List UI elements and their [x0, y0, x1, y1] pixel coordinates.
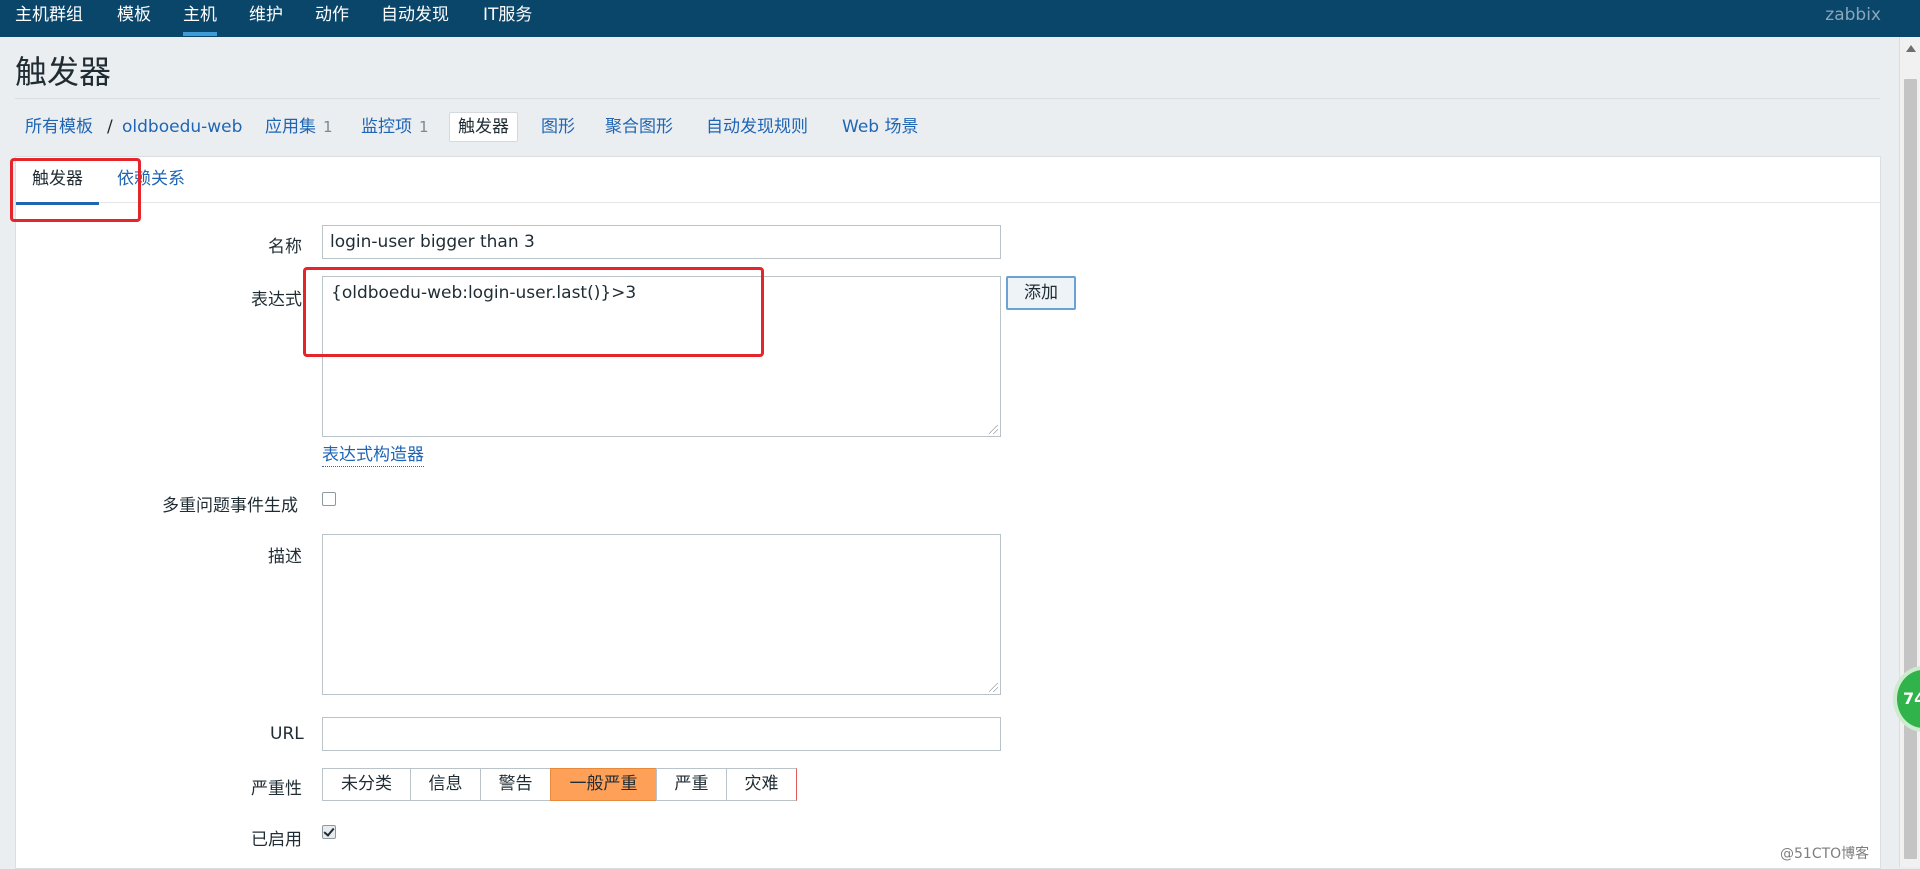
form-tabs: 触发器 依赖关系: [16, 157, 1880, 205]
subnav-graphs[interactable]: 图形: [541, 112, 575, 142]
subnav-items[interactable]: 监控项 1: [361, 112, 429, 142]
url-label: URL: [270, 724, 304, 744]
description-label: 描述: [268, 547, 302, 567]
brand-logo: zabbix: [1825, 5, 1881, 25]
tab-dependencies[interactable]: 依赖关系: [117, 168, 185, 190]
nav-discovery[interactable]: 自动发现: [381, 4, 449, 26]
severity-disaster[interactable]: 灾难: [726, 768, 797, 801]
severity-warning[interactable]: 警告: [480, 768, 551, 801]
nav-it-services[interactable]: IT服务: [483, 4, 532, 26]
severity-average[interactable]: 一般严重: [550, 768, 657, 801]
url-input[interactable]: [322, 717, 1001, 751]
scrollbar-thumb[interactable]: [1904, 79, 1917, 859]
multiple-events-label: 多重问题事件生成: [162, 496, 298, 516]
subnav-web-scenarios[interactable]: Web 场景: [842, 112, 918, 142]
subnav-applications-label: 应用集: [265, 117, 316, 137]
title-divider: [15, 98, 1880, 99]
checkmark-icon: [323, 825, 335, 837]
expression-builder-link[interactable]: 表达式构造器: [322, 444, 424, 467]
scroll-up-icon[interactable]: [1906, 45, 1916, 52]
nav-templates[interactable]: 模板: [117, 4, 151, 26]
nav-maintenance[interactable]: 维护: [249, 4, 283, 26]
add-expression-button[interactable]: 添加: [1006, 276, 1076, 310]
expression-textarea[interactable]: {oldboedu-web:login-user.last()}>3: [322, 276, 1001, 437]
page-scrollbar[interactable]: [1899, 37, 1920, 867]
enabled-label: 已启用: [251, 830, 302, 850]
description-textarea[interactable]: [322, 534, 1001, 695]
tab-trigger[interactable]: 触发器: [16, 168, 99, 205]
resize-grip-icon[interactable]: [989, 425, 998, 434]
severity-not-classified[interactable]: 未分类: [322, 768, 411, 801]
subnav-items-label: 监控项: [361, 117, 412, 137]
nav-host-groups[interactable]: 主机群组: [15, 4, 83, 26]
badge-value: 74: [1903, 689, 1920, 708]
breadcrumb-template[interactable]: oldboedu-web: [122, 112, 242, 142]
nav-hosts[interactable]: 主机: [183, 4, 217, 36]
subnav-applications[interactable]: 应用集 1: [265, 112, 333, 142]
breadcrumb-separator: /: [107, 117, 113, 137]
subnav-triggers[interactable]: 触发器: [449, 112, 518, 142]
subnav-applications-count: 1: [323, 118, 333, 136]
severity-information[interactable]: 信息: [410, 768, 481, 801]
expression-text: {oldboedu-web:login-user.last()}>3: [331, 283, 637, 303]
expression-label: 表达式: [251, 290, 302, 310]
breadcrumb-all-templates[interactable]: 所有模板: [25, 112, 93, 142]
top-navigation: 主机群组 模板 主机 维护 动作 自动发现 IT服务 zabbix: [0, 0, 1920, 37]
page-title: 触发器: [15, 53, 112, 91]
watermark: @51CTO博客: [1780, 846, 1870, 862]
subnav-discovery-rules[interactable]: 自动发现规则: [706, 112, 808, 142]
status-badge[interactable]: 74: [1893, 666, 1920, 732]
name-input[interactable]: [322, 225, 1001, 259]
name-label: 名称: [268, 237, 302, 257]
subnav-items-count: 1: [419, 118, 429, 136]
resize-grip-icon[interactable]: [989, 683, 998, 692]
enabled-checkbox[interactable]: [322, 825, 336, 839]
nav-actions[interactable]: 动作: [315, 4, 349, 26]
severity-label: 严重性: [251, 779, 302, 799]
multiple-events-checkbox[interactable]: [322, 492, 336, 506]
subnav-screens[interactable]: 聚合图形: [605, 112, 673, 142]
severity-high[interactable]: 严重: [656, 768, 727, 801]
